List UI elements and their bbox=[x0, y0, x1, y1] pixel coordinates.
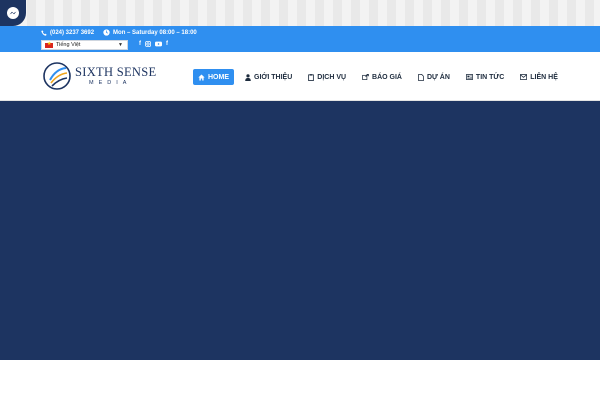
site-logo[interactable]: SIXTH SENSE MEDIA bbox=[42, 61, 156, 91]
logo-subtitle: MEDIA bbox=[89, 79, 132, 86]
facebook-icon[interactable]: f bbox=[139, 41, 141, 47]
youtube-icon[interactable] bbox=[155, 41, 162, 47]
clock-icon bbox=[103, 29, 110, 36]
nav-label: DỊCH VỤ bbox=[317, 73, 347, 81]
site-header: SIXTH SENSE MEDIA HOME GIỚI THIỆU DỊCH V… bbox=[0, 52, 600, 101]
social-links: f f bbox=[139, 41, 168, 47]
nav-item-home[interactable]: HOME bbox=[193, 69, 234, 85]
language-select[interactable]: Tiếng Việt ▼ bbox=[41, 40, 128, 50]
nav-label: BÁO GIÁ bbox=[372, 73, 402, 81]
hero-banner bbox=[0, 101, 600, 360]
nav-item-services[interactable]: DỊCH VỤ bbox=[303, 69, 351, 85]
home-icon bbox=[198, 74, 205, 81]
logo-name: SIXTH SENSE bbox=[75, 65, 157, 79]
phone-number: (024) 3237 3692 bbox=[50, 29, 95, 36]
instagram-icon[interactable] bbox=[145, 41, 151, 47]
vietnam-flag-icon bbox=[45, 41, 53, 48]
main-navigation: HOME GIỚI THIỆU DỊCH VỤ BÁO GIÁ DỰ ÁN TI… bbox=[193, 69, 569, 85]
logo-mark-icon bbox=[43, 62, 71, 90]
top-info-bar: (024) 3237 3692 Mon – Saturday 08:00 – 1… bbox=[0, 26, 600, 52]
opening-hours: Mon – Saturday 08:00 – 18:00 bbox=[113, 29, 197, 36]
external-icon bbox=[362, 74, 369, 80]
nav-item-pricing[interactable]: BÁO GIÁ bbox=[357, 69, 407, 85]
nav-label: GIỚI THIỆU bbox=[254, 73, 293, 81]
envelope-icon bbox=[520, 74, 528, 80]
chevron-down-icon: ▼ bbox=[118, 42, 123, 48]
nav-label: DỰ ÁN bbox=[427, 73, 450, 81]
top-stripe-strip bbox=[0, 0, 600, 26]
nav-label: TIN TỨC bbox=[475, 73, 505, 81]
newspaper-icon bbox=[465, 74, 473, 80]
messenger-chat-button[interactable] bbox=[0, 0, 26, 26]
hours-info: Mon – Saturday 08:00 – 18:00 bbox=[103, 29, 197, 36]
language-label: Tiếng Việt bbox=[56, 42, 81, 48]
clipboard-icon bbox=[308, 73, 315, 81]
phone-info[interactable]: (024) 3237 3692 bbox=[41, 30, 94, 36]
document-icon bbox=[418, 73, 424, 81]
nav-item-news[interactable]: TIN TỨC bbox=[461, 69, 509, 85]
nav-item-about[interactable]: GIỚI THIỆU bbox=[240, 69, 297, 85]
messenger-icon bbox=[7, 7, 19, 19]
nav-item-projects[interactable]: DỰ ÁN bbox=[413, 69, 455, 85]
nav-label: HOME bbox=[208, 73, 229, 81]
user-icon bbox=[245, 73, 251, 81]
facebook-page-icon[interactable]: f bbox=[166, 41, 168, 47]
nav-label: LIÊN HỆ bbox=[530, 73, 558, 81]
nav-item-contact[interactable]: LIÊN HỆ bbox=[515, 69, 563, 85]
phone-icon bbox=[41, 29, 47, 36]
